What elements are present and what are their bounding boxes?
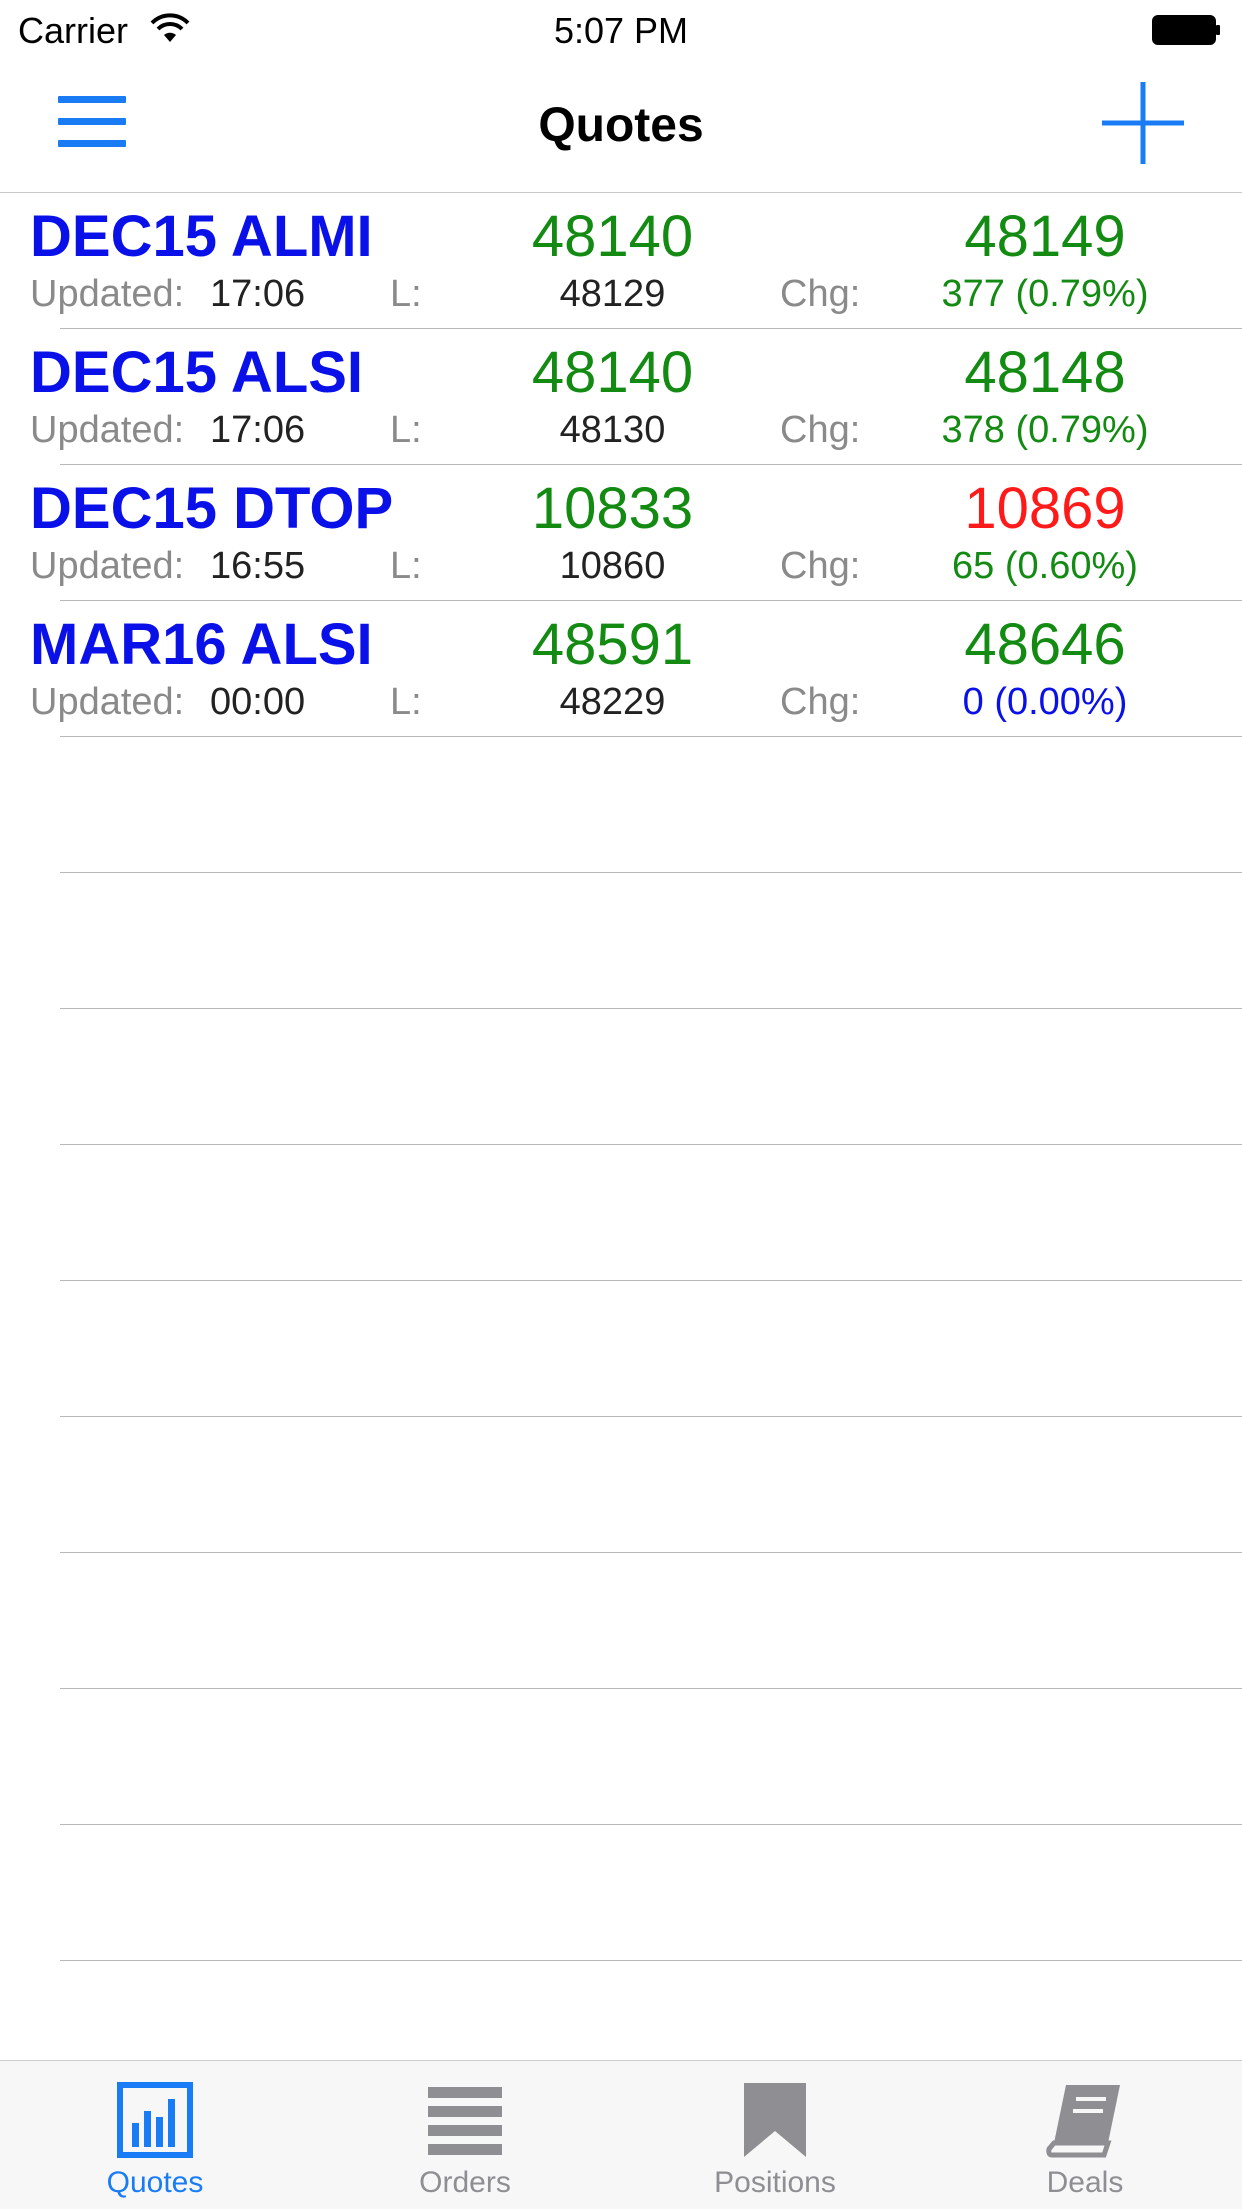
change-label: Chg: [780,409,861,451]
last-label: L: [390,545,422,587]
tab-deals[interactable]: Deals [930,2061,1240,2209]
tab-positions[interactable]: Positions [620,2061,930,2209]
updated-label: Updated: [30,273,185,315]
quote-last: 48129 [559,273,666,315]
tab-label: Quotes [106,2166,204,2199]
empty-row [60,1145,1242,1281]
quote-bid: 48140 [531,204,694,269]
quote-row[interactable]: DEC15 DTOP 10833 10869 Updated: 16:55 L:… [30,465,1242,601]
page-title: Quotes [538,99,704,152]
bookmark-icon [744,2083,806,2157]
updated-time: 16:55 [210,545,306,587]
tab-label: Deals [1046,2166,1124,2199]
updated-label: Updated: [30,409,185,451]
empty-row [60,1009,1242,1145]
quote-symbol: DEC15 ALSI [30,340,364,405]
change-label: Chg: [780,681,861,723]
list-icon [428,2087,502,2155]
quote-last: 48130 [559,409,666,451]
quote-last: 10860 [559,545,666,587]
quote-ask: 10869 [964,476,1126,541]
empty-row [60,1689,1242,1825]
empty-row [60,1417,1242,1553]
tab-quotes[interactable]: Quotes [0,2061,310,2209]
quote-change: 378 (0.79%) [941,409,1149,451]
quote-ask: 48149 [964,204,1126,269]
quote-row[interactable]: DEC15 ALSI 48140 48148 Updated: 17:06 L:… [30,329,1242,465]
quote-symbol: DEC15 DTOP [30,476,394,541]
quote-row[interactable]: DEC15 ALMI 48140 48149 Updated: 17:06 L:… [30,193,1242,329]
quote-change: 377 (0.79%) [941,273,1149,315]
updated-time: 17:06 [210,409,306,451]
quote-ask: 48646 [964,612,1126,677]
quote-list: DEC15 ALMI 48140 48149 Updated: 17:06 L:… [0,193,1242,1961]
battery-icon [1152,15,1220,45]
quote-bid: 10833 [531,476,694,541]
updated-label: Updated: [30,681,185,723]
empty-row [60,737,1242,873]
last-label: L: [390,681,422,723]
change-label: Chg: [780,545,861,587]
status-time: 5:07 PM [553,10,689,51]
quote-change: 65 (0.60%) [952,545,1138,587]
last-label: L: [390,409,422,451]
updated-time: 17:06 [210,273,306,315]
navigation-bar: Quotes [0,62,1242,193]
tab-label: Orders [419,2166,511,2199]
quote-change: 0 (0.00%) [962,681,1128,723]
bar-chart-icon [117,2082,193,2158]
empty-row [60,1825,1242,1961]
quote-last: 48229 [559,681,666,723]
quote-symbol: DEC15 ALMI [30,204,373,269]
change-label: Chg: [780,273,861,315]
tab-bar: Quotes Orders Positions Deals [0,2060,1242,2209]
updated-time: 00:00 [210,681,306,723]
quote-row[interactable]: MAR16 ALSI 48591 48646 Updated: 00:00 L:… [30,601,1242,737]
empty-row [60,1553,1242,1689]
quote-symbol: MAR16 ALSI [30,612,373,677]
quote-ask: 48148 [964,340,1126,405]
quote-bid: 48591 [531,612,694,677]
add-icon[interactable] [1100,80,1186,166]
tab-label: Positions [714,2166,836,2199]
tab-orders[interactable]: Orders [310,2061,620,2209]
status-bar: Carrier 5:07 PM [0,0,1242,60]
last-label: L: [390,273,422,315]
book-icon [1046,2085,1120,2158]
empty-row [60,1281,1242,1417]
empty-row [60,873,1242,1009]
quote-bid: 48140 [531,340,694,405]
updated-label: Updated: [30,545,185,587]
